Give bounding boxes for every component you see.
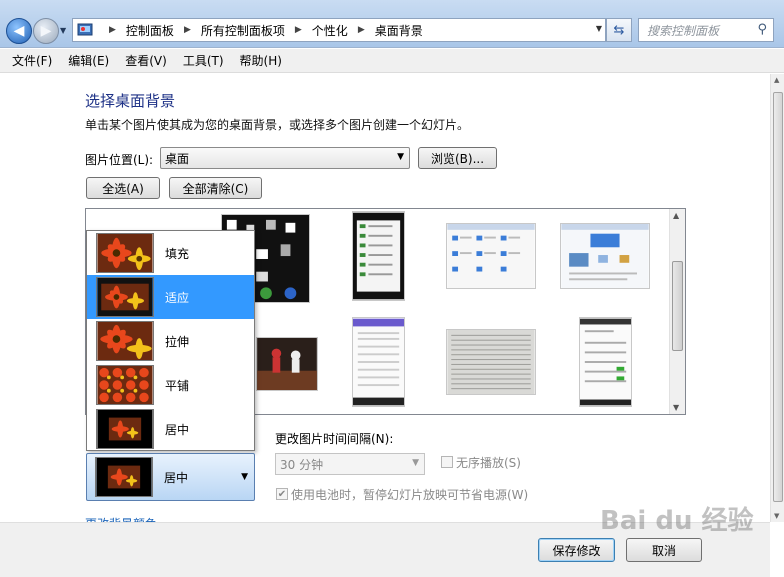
menu-help[interactable]: 帮助(H) <box>232 52 290 69</box>
change-background-color-link[interactable]: 更改背景颜色 <box>85 515 157 522</box>
search-placeholder: 搜索控制面板 <box>647 23 720 38</box>
picture-thumbnail[interactable] <box>256 337 318 391</box>
recent-pages-dropdown[interactable]: ▼ <box>60 26 66 35</box>
control-panel-icon <box>77 23 93 36</box>
flower-thumbnail-icon <box>96 233 154 273</box>
menu-edit[interactable]: 编辑(E) <box>60 52 117 69</box>
breadcrumb-personalization[interactable]: 个性化 <box>312 22 348 39</box>
select-all-button[interactable]: 全选(A) <box>86 177 160 199</box>
picture-position-value: 居中 <box>164 470 189 485</box>
shuffle-checkbox[interactable] <box>441 456 453 468</box>
position-option-label: 平铺 <box>165 378 190 393</box>
menu-bar: 文件(F) 编辑(E) 查看(V) 工具(T) 帮助(H) <box>0 49 784 73</box>
baidu-watermark: Bai du 经验 <box>600 506 754 536</box>
position-option-tile[interactable]: 平铺 <box>87 363 254 407</box>
chevron-down-icon: ▼ <box>397 152 404 162</box>
picture-thumbnail[interactable] <box>560 223 650 289</box>
address-dropdown-icon[interactable]: ▼ <box>596 24 602 33</box>
chevron-down-icon: ▼ <box>412 458 419 468</box>
flower-thumbnail-icon <box>96 321 154 361</box>
menu-tools[interactable]: 工具(T) <box>175 52 232 69</box>
menu-view[interactable]: 查看(V) <box>117 52 175 69</box>
flower-thumbnail-icon <box>96 277 154 317</box>
clear-all-button[interactable]: 全部清除(C) <box>169 177 262 199</box>
breadcrumb-all-items[interactable]: 所有控制面板项 <box>201 22 285 39</box>
picture-thumbnail[interactable] <box>352 317 405 407</box>
interval-value: 30 分钟 <box>280 457 324 472</box>
picture-position-select[interactable]: 居中 ▼ <box>86 453 255 501</box>
flower-center-thumbnail-icon <box>95 457 153 497</box>
checkmark-icon: ✔ <box>277 488 287 500</box>
breadcrumb-separator: ▶ <box>109 25 116 35</box>
battery-pause-label: 使用电池时，暂停幻灯片放映可节省电源(W) <box>291 488 529 502</box>
back-button[interactable]: ◀ <box>6 18 32 44</box>
breadcrumb-control-panel[interactable]: 控制面板 <box>126 22 174 39</box>
picture-thumbnail[interactable] <box>352 211 405 301</box>
grid-scroll-thumb[interactable] <box>672 261 683 351</box>
position-option-label: 居中 <box>165 422 190 437</box>
picture-location-value: 桌面 <box>165 151 190 166</box>
arrow-left-icon: ◀ <box>13 23 25 39</box>
shuffle-label: 无序播放(S) <box>456 456 521 470</box>
scroll-down-icon[interactable]: ▼ <box>774 512 779 520</box>
breadcrumb-separator: ▶ <box>294 25 302 35</box>
picture-thumbnail[interactable] <box>579 317 632 407</box>
interval-label: 更改图片时间间隔(N): <box>275 432 394 446</box>
picture-thumbnail[interactable] <box>446 223 536 289</box>
position-option-label: 适应 <box>165 290 190 305</box>
address-bar[interactable]: ▶ 控制面板 ▶ 所有控制面板项 ▶ 个性化 ▶ 桌面背景 ▼ <box>72 18 606 42</box>
refresh-icon: ⇆ <box>613 22 625 38</box>
picture-location-select[interactable]: 桌面 ▼ <box>160 147 410 169</box>
chevron-down-icon: ▼ <box>241 472 248 482</box>
breadcrumb-separator: ▶ <box>357 25 365 35</box>
grid-scrollbar[interactable]: ▲ ▼ <box>669 209 685 414</box>
breadcrumb-desktop-background[interactable]: 桌面背景 <box>375 22 423 39</box>
position-option-fit[interactable]: 适应 <box>87 275 254 319</box>
position-option-stretch[interactable]: 拉伸 <box>87 319 254 363</box>
position-option-fill[interactable]: 填充 <box>87 231 254 275</box>
save-changes-button[interactable]: 保存修改 <box>538 538 615 562</box>
picture-thumbnail[interactable] <box>446 329 536 395</box>
arrow-right-icon: ▶ <box>40 23 52 39</box>
picture-location-label: 图片位置(L): <box>85 153 154 167</box>
forward-button[interactable]: ▶ <box>33 18 59 44</box>
window-scrollbar[interactable]: ▲ ▼ <box>770 74 784 522</box>
page-description: 单击某个图片使其成为您的桌面背景，或选择多个图片创建一个幻灯片。 <box>85 118 470 132</box>
window-scroll-thumb[interactable] <box>773 92 783 502</box>
page-title: 选择桌面背景 <box>85 92 176 110</box>
menu-file[interactable]: 文件(F) <box>4 52 60 69</box>
battery-pause-checkbox[interactable]: ✔ <box>276 488 288 500</box>
refresh-button[interactable]: ⇆ <box>606 18 632 42</box>
flower-tile-thumbnail-icon <box>96 365 154 405</box>
interval-select[interactable]: 30 分钟 ▼ <box>275 453 425 475</box>
title-bar: ◀ ▶ ▼ ▶ 控制面板 ▶ 所有控制面板项 ▶ 个性化 ▶ 桌面背景 ▼ ⇆ … <box>0 0 784 48</box>
position-option-label: 拉伸 <box>165 334 190 349</box>
scroll-up-icon[interactable]: ▲ <box>774 76 779 84</box>
browse-button[interactable]: 浏览(B)... <box>418 147 497 169</box>
position-option-center[interactable]: 居中 <box>87 407 254 451</box>
scroll-down-icon[interactable]: ▼ <box>673 403 679 412</box>
flower-center-thumbnail-icon <box>96 409 154 449</box>
scroll-up-icon[interactable]: ▲ <box>673 211 679 220</box>
breadcrumb-separator: ▶ <box>183 25 191 35</box>
position-option-label: 填充 <box>165 246 190 261</box>
search-icon: ⚲ <box>757 22 767 37</box>
cancel-button[interactable]: 取消 <box>626 538 702 562</box>
search-input[interactable]: 搜索控制面板 ⚲ <box>638 18 774 42</box>
picture-position-list: 填充 适应 拉伸 平铺 居中 <box>86 230 255 451</box>
